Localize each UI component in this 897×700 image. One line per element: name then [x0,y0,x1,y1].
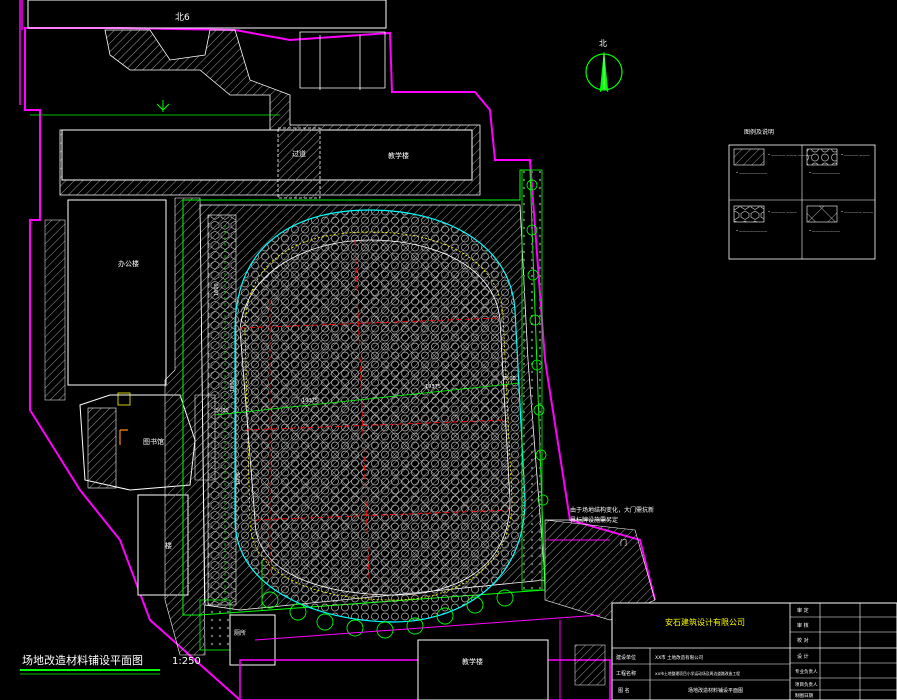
legend-item-label: • ———————— [736,229,768,233]
legend: 图例及说明 • ———— ——— ———— • ———————— • ———— … [728,128,876,260]
legend-item-label: • ———————— [736,171,768,175]
north-label: 北 [599,39,607,48]
drawing-title: 场地改造材料铺设平面图 [22,653,143,667]
dim-5: 7500 [503,376,516,382]
legend-hatch-swatch [733,148,765,166]
row-value: XX市土地整理项目小学运动场及周边道路改造工程 [655,671,740,676]
annotation-line-2: 界标牌设施需另定 [570,516,618,524]
role-label: 审 定 [797,607,809,614]
company-name: 安石建筑设计有限公司 [665,617,745,627]
legend-item-label: • ———————— [809,229,841,233]
title-block: 安石建筑设计有限公司 审 定 审 核 校 对 设 计 专业负责人 项目负责人 制… [611,602,897,700]
dim-3: 19375 [302,398,318,404]
role-label: 专业负责人 [795,668,818,675]
sports-field [239,239,511,596]
passage-label: 过道 [292,149,306,158]
legend-item-label: • ———— ——— ———— [768,153,812,157]
road-top-label: 北6 [175,12,190,23]
north-arrow-icon [585,51,623,93]
role-label: 设 计 [797,653,809,660]
drawing-scale: 1:250 [172,656,201,667]
dim-4: 19375 [425,384,441,390]
row-value: XX市 土地改造有限公司 [655,654,703,661]
legend-cross-swatch [806,205,838,223]
legend-item-label: • ————— ——— [841,210,874,214]
legend-item-label: • ———————— [809,171,841,175]
legend-title: 图例及说明 [744,128,774,136]
bottom-building-label: 教学楼 [462,657,483,666]
legend-item-label: • ———— ——— [841,153,870,157]
dim-2: 5000 [216,408,229,414]
row-label: 建设单位 [616,654,636,661]
legend-item-label: • ———— ——— [768,210,797,214]
role-label: 项目负责人 [795,681,818,688]
role-label: 审 核 [797,622,809,629]
role-label: 制图日期 [795,692,813,699]
dim-7: 1000 [236,472,242,485]
office-label: 办公楼 [118,259,139,268]
dim-1: 1000 [214,283,220,296]
row-label: 工程名称 [616,670,636,677]
building-top-label: 教学楼 [388,151,409,160]
dim-6: 1000 [230,379,236,392]
legend-hex-swatch [733,205,765,223]
canteen-label: 厕所 [234,629,246,637]
site-plan-drawing: 北6 过道 教学楼 办公楼 图书馆 楼 1000 5000 1 [19,0,897,700]
role-label: 校 对 [797,637,809,644]
row-value: 场地改造材料铺设平面图 [688,687,743,694]
gate-label: 门 [620,538,627,547]
annotation-line-1: 由于场地结构变化，大门需抗新 [570,506,654,514]
row-label: 图 名 [618,687,630,694]
gate-building-label: 图书馆 [143,437,164,446]
legend-circle-swatch [806,148,838,166]
